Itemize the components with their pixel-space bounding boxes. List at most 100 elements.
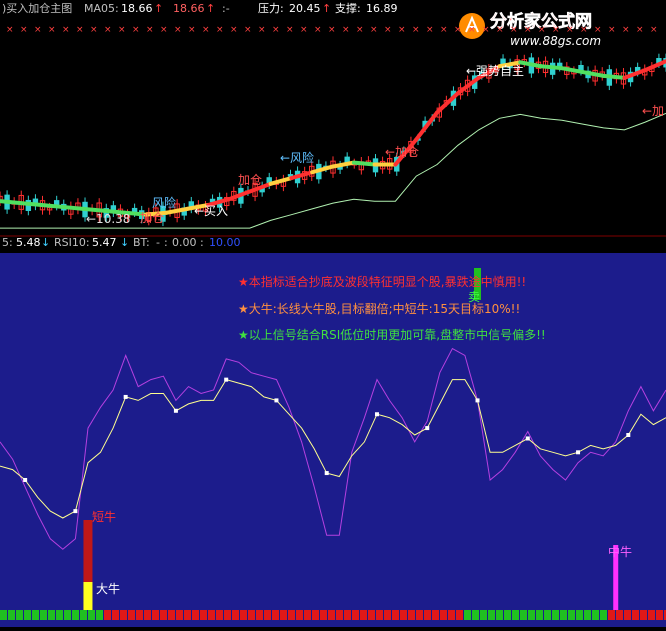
trend-strip-cell — [192, 610, 199, 620]
x-marker-icon: × — [552, 25, 560, 35]
x-marker-icon: × — [202, 25, 210, 35]
trend-strip-cell — [48, 610, 55, 620]
bt-label: BT: — [133, 236, 150, 249]
trend-strip-cell — [280, 610, 287, 620]
trend-strip-cell — [200, 610, 207, 620]
trend-strip-cell — [152, 610, 159, 620]
trend-strip-cell — [600, 610, 607, 620]
trend-strip-cell — [120, 610, 127, 620]
trend-strip-cell — [512, 610, 519, 620]
trend-strip-cell — [408, 610, 415, 620]
big-bull-label: 大牛 — [96, 581, 120, 596]
x-marker-icon: × — [608, 25, 616, 35]
add-label-2: 加仓 — [238, 173, 262, 187]
trend-strip-cell — [304, 610, 311, 620]
x-marker-icon: × — [524, 25, 532, 35]
trend-strip-cell — [336, 610, 343, 620]
trend-strip-cell — [312, 610, 319, 620]
rsi10-value: 5.47 — [92, 236, 117, 249]
ma-segment — [18, 201, 44, 208]
trend-strip-cell — [160, 610, 167, 620]
x-marker-icon: × — [342, 25, 350, 35]
trend-strip-cell — [544, 610, 551, 620]
trend-strip-cell — [464, 610, 471, 620]
trend-strip-cell — [352, 610, 359, 620]
x-marker-icon: × — [538, 25, 546, 35]
indicator-name: )买入加仓主图 — [2, 1, 72, 15]
trend-strip-cell — [640, 610, 647, 620]
trend-strip-cell — [560, 610, 567, 620]
trend-strip-cell — [232, 610, 239, 620]
trend-strip-cell — [632, 610, 639, 620]
ma-segment — [539, 64, 564, 71]
rsi-marker — [224, 377, 229, 382]
x-marker-icon: × — [90, 25, 98, 35]
trend-strip-cell — [424, 610, 431, 620]
trend-strip — [0, 610, 666, 620]
trend-strip-cell — [328, 610, 335, 620]
trend-strip-cell — [520, 610, 527, 620]
add-right-label: ←加 — [642, 104, 664, 118]
trend-strip-cell — [568, 610, 575, 620]
trend-strip-cell — [296, 610, 303, 620]
trend-strip-cell — [552, 610, 559, 620]
trend-strip-cell — [480, 610, 487, 620]
sell-label: 卖 — [468, 290, 480, 304]
trend-strip-cell — [32, 610, 39, 620]
support-value: 16.89 — [366, 2, 398, 15]
trend-strip-cell — [128, 610, 135, 620]
risk-label-1: 风险 — [152, 195, 176, 210]
down-arrow-icon: ↓ — [41, 236, 50, 249]
trend-strip-cell — [24, 610, 31, 620]
trend-strip-cell — [216, 610, 223, 620]
x-marker-icon: × — [174, 25, 182, 35]
trend-strip-cell — [432, 610, 439, 620]
trend-strip-cell — [256, 610, 263, 620]
rsi-marker — [23, 477, 28, 482]
x-marker-icon: × — [496, 25, 504, 35]
bt-value-2: 10.00 — [209, 236, 241, 249]
x-marker-icon: × — [20, 25, 28, 35]
x-marker-icon: × — [48, 25, 56, 35]
low-price-label: ←10.38 — [86, 212, 130, 226]
rsi-marker — [626, 433, 631, 437]
trend-strip-cell — [264, 610, 271, 620]
trend-strip-cell — [344, 610, 351, 620]
trend-strip-cell — [56, 610, 63, 620]
buy-label: ←买入 — [194, 204, 228, 218]
x-marker-icon: × — [636, 25, 644, 35]
trend-strip-cell — [184, 610, 191, 620]
trend-strip-cell — [368, 610, 375, 620]
x-marker-icon: × — [482, 25, 490, 35]
trend-strip-cell — [496, 610, 503, 620]
trend-strip-cell — [624, 610, 631, 620]
pressure-label: 压力: — [258, 2, 284, 15]
x-marker-icon: × — [146, 25, 154, 35]
down-arrow-icon: ↓ — [120, 236, 129, 249]
rsi-marker — [525, 436, 530, 441]
trend-strip-cell — [656, 610, 663, 620]
signal-bar — [83, 582, 93, 610]
rsi-marker — [173, 408, 178, 413]
note-3: ★以上信号结合RSI低位时用更加可靠,盘整市中信号偏多!! — [238, 327, 546, 342]
ma-segment — [351, 160, 377, 167]
x-marker-icon: × — [580, 25, 588, 35]
note-1: ★本指标适合抄底及波段特征明显个股,暴跌途中慎用!! — [238, 274, 526, 289]
rsi-marker — [425, 426, 430, 431]
x-marker-icon: × — [328, 25, 336, 35]
trend-strip-cell — [16, 610, 23, 620]
trend-strip-cell — [104, 610, 111, 620]
rsi5-label: 5: — [2, 236, 13, 249]
up-arrow-icon: ↑ — [322, 2, 331, 15]
rsi-header: 5: 5.48 ↓ RSI10: 5.47 ↓ BT: - : 0.00 : 1… — [2, 236, 241, 249]
x-marker-icon: × — [230, 25, 238, 35]
mid-bull-label: 中牛 — [608, 544, 632, 559]
x-marker-icon: × — [426, 25, 434, 35]
trend-strip-cell — [144, 610, 151, 620]
rsi-marker — [123, 394, 128, 399]
x-marker-icon: × — [118, 25, 126, 35]
x-marker-icon: × — [104, 25, 112, 35]
chart-canvas[interactable]: )买入加仓主图 MA05: 18.66 ↑ 18.66 ↑ :- 压力: 20.… — [0, 0, 666, 627]
x-marker-icon: × — [622, 25, 630, 35]
logo-url: www.88gs.com — [510, 34, 601, 48]
